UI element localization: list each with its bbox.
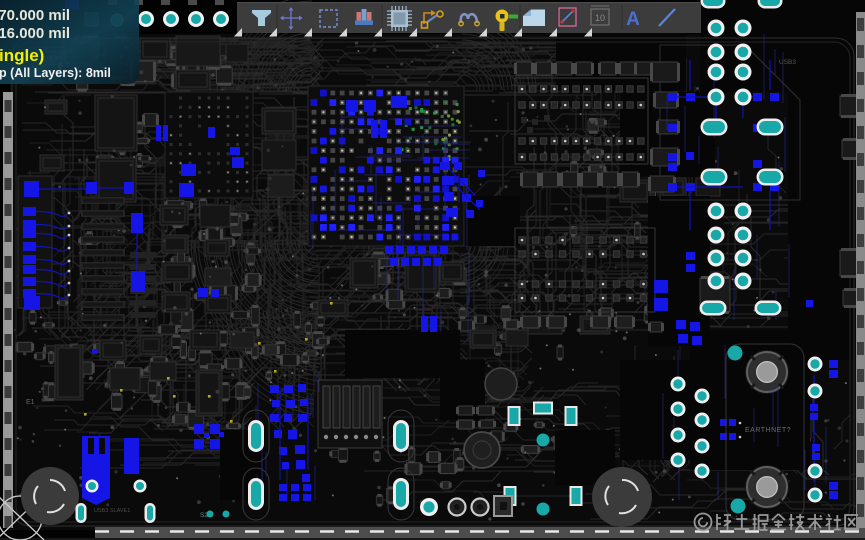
svg-text:S2: S2: [200, 512, 208, 519]
svg-text:EARTHNET?: EARTHNET?: [745, 427, 791, 434]
svg-text:770.000 mil: 770.000 mil: [0, 7, 70, 24]
svg-text:A: A: [626, 9, 640, 30]
svg-text:E1: E1: [26, 399, 35, 406]
svg-text:p (All Layers): 8mil: p (All Layers): 8mil: [0, 66, 111, 80]
svg-text:216.000 mil: 216.000 mil: [0, 25, 70, 42]
svg-text:USB3: USB3: [779, 59, 796, 66]
svg-text:USB3 SLAVE1: USB3 SLAVE1: [94, 508, 130, 514]
svg-text:ingle): ingle): [0, 46, 44, 65]
svg-text:10: 10: [595, 13, 605, 23]
